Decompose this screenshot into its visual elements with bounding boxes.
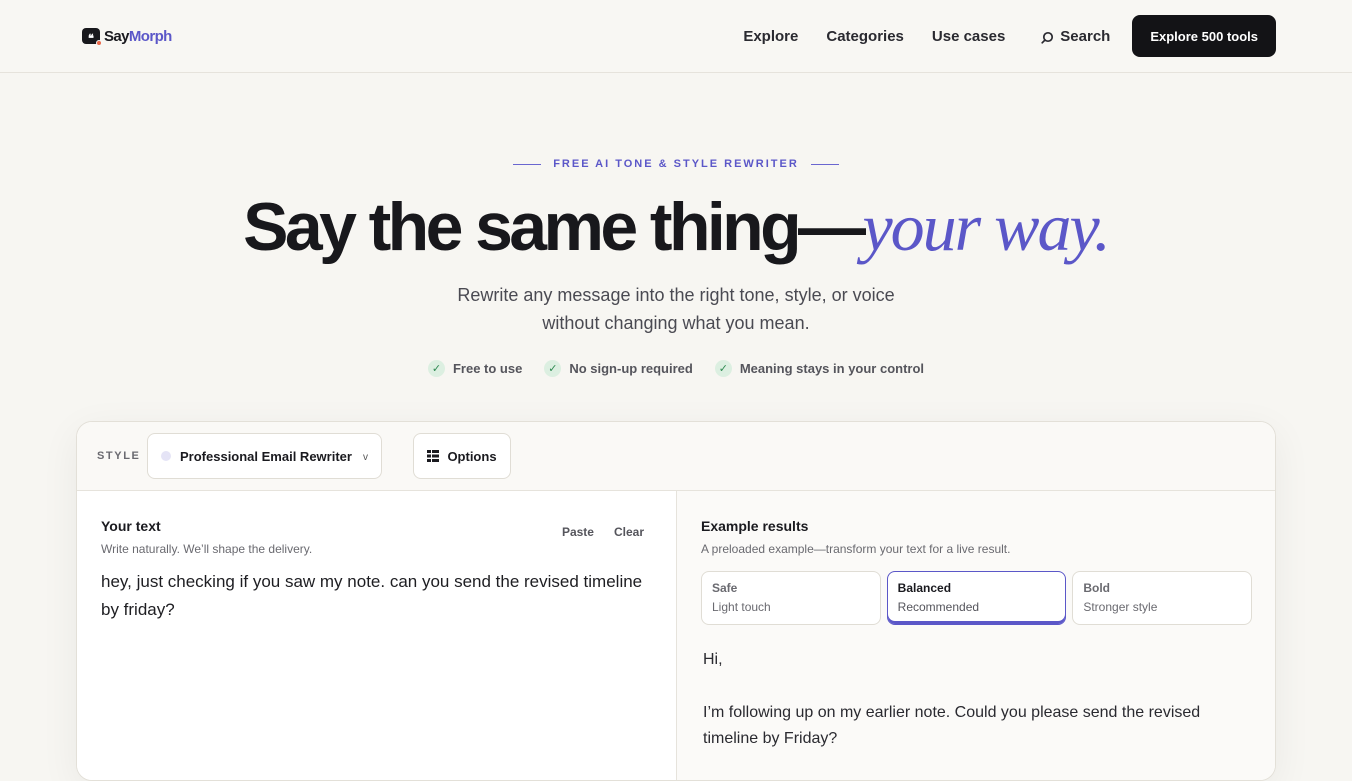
logo[interactable]: ❝ SayMorph xyxy=(82,26,172,46)
check-icon: ✓ xyxy=(427,360,445,377)
output-pane-title: Example results xyxy=(701,518,809,534)
input-pane-subtitle: Write naturally. We’ll shape the deliver… xyxy=(101,542,313,556)
search-label: Search xyxy=(1060,27,1111,45)
search-icon xyxy=(1041,31,1054,44)
headline-accent: your way. xyxy=(862,189,1110,265)
variant-bold[interactable]: Bold Stronger style xyxy=(1072,571,1253,625)
variant-name: Bold xyxy=(1083,581,1111,595)
output-pane-subtitle: A preloaded example—transform your text … xyxy=(701,542,1011,556)
check-icon: ✓ xyxy=(544,360,562,377)
input-textarea[interactable]: hey, just checking if you saw my note. c… xyxy=(101,568,657,768)
nav-link-categories[interactable]: Categories xyxy=(826,28,904,45)
result-body: I’m following up on my earlier note. Cou… xyxy=(703,704,1201,747)
badge-meaning: ✓ Meaning stays in your control xyxy=(714,360,925,377)
card-toolbar: STYLE Professional Email Rewriter v Opti… xyxy=(77,422,1275,491)
quote-logo-icon: ❝ xyxy=(82,28,102,46)
style-label: STYLE xyxy=(97,450,141,462)
style-dot-icon xyxy=(161,451,171,461)
variant-tabs: Safe Light touch Balanced Recommended Bo… xyxy=(701,571,1253,625)
eyebrow-text: FREE AI TONE & STYLE REWRITER xyxy=(553,158,799,170)
result-greeting: Hi, xyxy=(703,651,723,668)
badge-no-signup: ✓ No sign-up required xyxy=(544,360,693,377)
variant-desc: Stronger style xyxy=(1083,600,1158,614)
list-grid-icon xyxy=(427,450,440,462)
hero-eyebrow: FREE AI TONE & STYLE REWRITER xyxy=(0,158,1352,170)
subhead-line-1: Rewrite any message into the right tone,… xyxy=(457,285,895,305)
style-dropdown[interactable]: Professional Email Rewriter v xyxy=(147,433,382,479)
badge-label: No sign-up required xyxy=(569,361,693,376)
badge-free: ✓ Free to use xyxy=(427,360,523,377)
search-button[interactable]: Search xyxy=(1041,28,1110,45)
input-pane-title: Your text xyxy=(101,518,161,534)
input-pane: Your text Write naturally. We’ll shape t… xyxy=(77,491,676,780)
subhead-line-2: without changing what you mean. xyxy=(542,313,810,333)
variant-name: Balanced xyxy=(897,581,952,595)
variant-name: Safe xyxy=(712,581,738,595)
style-dropdown-value: Professional Email Rewriter xyxy=(180,448,352,464)
input-actions: Paste Clear xyxy=(562,525,644,539)
options-label: Options xyxy=(447,448,497,464)
logo-wordmark: SayMorph xyxy=(104,28,172,45)
variant-desc: Light touch xyxy=(712,600,771,614)
options-button[interactable]: Options xyxy=(413,433,511,479)
nav-links: Explore Categories Use cases Search Expl… xyxy=(743,15,1276,57)
nav-link-use-cases[interactable]: Use cases xyxy=(932,28,1005,45)
rewriter-card: STYLE Professional Email Rewriter v Opti… xyxy=(76,421,1276,781)
nav-link-explore[interactable]: Explore xyxy=(743,28,798,45)
top-nav: ❝ SayMorph Explore Categories Use cases … xyxy=(0,0,1352,73)
check-icon: ✓ xyxy=(714,360,732,377)
variant-safe[interactable]: Safe Light touch xyxy=(701,571,881,625)
badge-label: Free to use xyxy=(452,361,523,376)
chevron-down-icon: v xyxy=(363,452,368,463)
logo-text-morph: Morph xyxy=(128,27,172,45)
page-title: Say the same thing—your way. xyxy=(0,188,1352,266)
hero-subhead: Rewrite any message into the right tone,… xyxy=(426,281,926,337)
explore-tools-button[interactable]: Explore 500 tools xyxy=(1132,15,1276,57)
variant-balanced[interactable]: Balanced Recommended xyxy=(886,571,1067,625)
clear-button[interactable]: Clear xyxy=(614,525,644,539)
paste-button[interactable]: Paste xyxy=(562,525,594,539)
result-text: Hi, I’m following up on my earlier note.… xyxy=(703,647,1243,779)
eyebrow-rule-right xyxy=(810,163,839,165)
logo-text-say: Say xyxy=(104,27,129,45)
eyebrow-rule-left xyxy=(513,163,542,165)
feature-badges: ✓ Free to use ✓ No sign-up required ✓ Me… xyxy=(0,360,1352,377)
headline-main: Say the same thing— xyxy=(243,189,866,265)
variant-desc: Recommended xyxy=(897,600,980,614)
badge-label: Meaning stays in your control xyxy=(739,361,925,376)
output-pane: Example results A preloaded example—tran… xyxy=(676,491,1275,780)
